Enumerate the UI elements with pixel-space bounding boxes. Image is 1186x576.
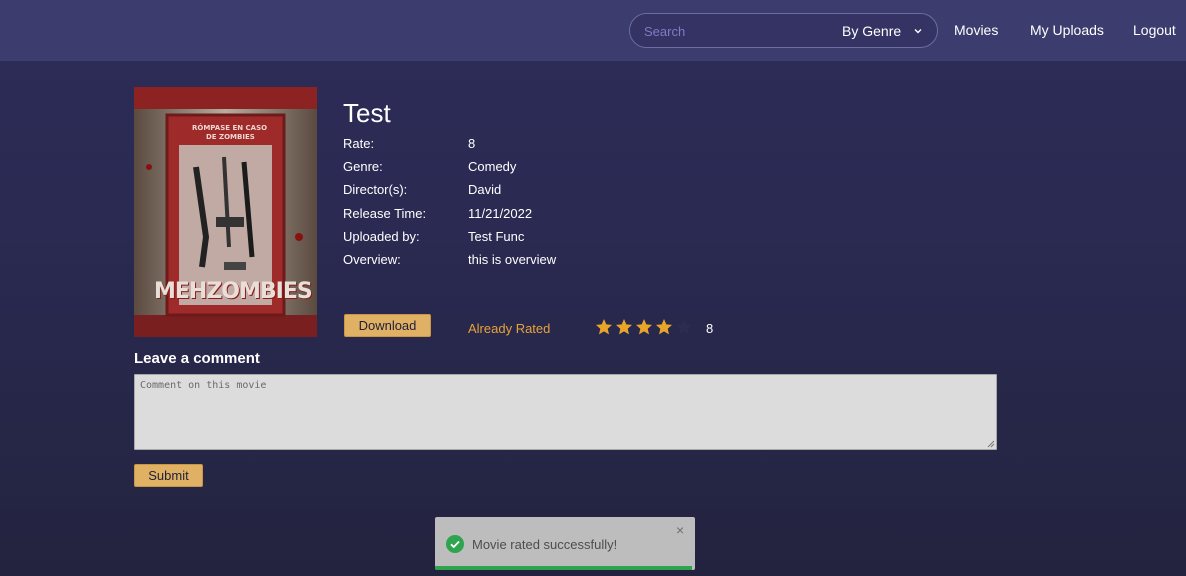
star-empty-icon xyxy=(676,319,692,335)
star-filled-icon xyxy=(636,319,652,335)
detail-label: Genre: xyxy=(343,159,383,174)
genre-filter-select[interactable]: By Genre xyxy=(842,21,923,41)
star-filled-icon xyxy=(616,319,632,335)
comment-textarea[interactable] xyxy=(134,374,997,450)
poster-tagline-line2: DE ZOMBIES xyxy=(206,133,255,141)
nav-link-my-uploads[interactable]: My Uploads xyxy=(1030,22,1104,38)
poster-tagline-line1: RÓMPASE EN CASO xyxy=(192,124,268,132)
detail-label: Uploaded by: xyxy=(343,229,420,244)
star-filled-icon xyxy=(596,319,612,335)
toast-progress-bar xyxy=(435,566,693,570)
search-input[interactable] xyxy=(644,22,824,40)
detail-value: David xyxy=(468,182,502,197)
detail-value: 8 xyxy=(468,136,476,151)
star-rating xyxy=(595,318,693,336)
poster-logo: MEHZOMBIES xyxy=(154,279,313,304)
submit-button[interactable]: Submit xyxy=(134,464,203,487)
toast-message: Movie rated successfully! xyxy=(472,537,618,552)
download-button[interactable]: Download xyxy=(344,314,431,337)
chevron-down-icon xyxy=(914,29,922,34)
detail-label: Rate: xyxy=(343,136,375,151)
detail-label: Director(s): xyxy=(343,182,408,197)
detail-label: Release Time: xyxy=(343,206,427,221)
detail-value: Test Func xyxy=(468,229,525,244)
detail-value: 11/21/2022 xyxy=(468,206,533,221)
detail-value: this is overview xyxy=(468,252,557,267)
close-icon[interactable]: × xyxy=(676,522,684,538)
search-bar: By Genre xyxy=(629,13,938,48)
top-navbar: By Genre Movies My Uploads Logout xyxy=(0,0,1186,61)
success-toast: Movie rated successfully! × xyxy=(435,517,695,570)
already-rated-label: Already Rated xyxy=(468,321,551,336)
detail-value: Comedy xyxy=(468,159,517,174)
detail-label: Overview: xyxy=(343,252,401,267)
resize-handle-icon[interactable] xyxy=(985,438,995,448)
star-filled-icon xyxy=(656,319,672,335)
genre-filter-label: By Genre xyxy=(842,23,902,39)
movie-title: Test xyxy=(343,98,391,128)
movie-poster: RÓMPASE EN CASO DE ZOMBIES MEHZOMBIES xyxy=(134,87,317,337)
comment-heading: Leave a comment xyxy=(134,350,260,367)
nav-link-logout[interactable]: Logout xyxy=(1133,22,1176,38)
nav-link-movies[interactable]: Movies xyxy=(954,22,998,38)
check-circle-icon xyxy=(446,535,464,553)
rating-value: 8 xyxy=(706,321,714,336)
